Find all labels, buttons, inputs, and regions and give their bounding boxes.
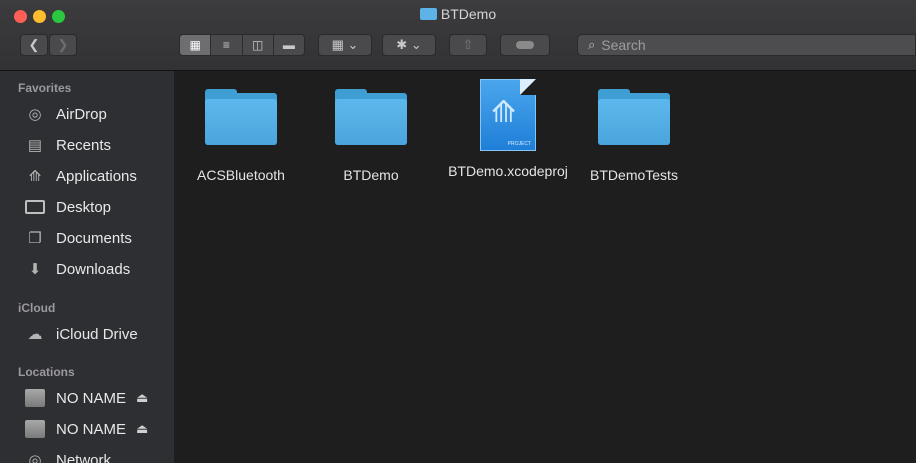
window-title-text: BTDemo [440,6,497,22]
folder-icon [335,85,407,147]
list-icon: ≡ [222,38,230,52]
window-title: BTDemo [0,6,916,22]
desktop-icon [24,198,46,216]
sidebar-item-label: Network [56,451,112,463]
file-item[interactable]: ⟰ PROJECT BTDemo.xcodeproj [438,79,578,181]
tags-button[interactable] [500,34,550,56]
sidebar-item-label: Downloads [56,260,131,278]
sidebar-item-label: NO NAME [56,389,127,407]
sidebar-heading-favorites: Favorites [18,81,72,95]
recents-icon: ▤ [27,137,43,154]
chevron-left-icon: ❮ [28,37,40,52]
folder-icon [598,85,670,147]
sidebar-item-icloud-drive[interactable]: ☁ iCloud Drive [24,322,174,346]
sidebar: Favorites ◎ AirDrop ▤ Recents ⟰ Application… [0,71,174,463]
xcode-project-icon: ⟰ PROJECT [480,79,536,151]
icon-view-button[interactable]: ▦ [180,35,212,55]
share-icon: ⇧ [462,37,474,52]
drive-icon [24,389,46,407]
file-item[interactable]: BTDemo [301,85,441,185]
file-browser: ACSBluetooth BTDemo ⟰ PROJECT BTDemo.xco… [175,71,916,463]
back-button[interactable]: ❮ [20,34,48,56]
column-view-button[interactable]: ◫ [243,35,274,55]
gallery-view-button[interactable]: ▬ [274,35,304,55]
drive-shape [25,389,45,407]
forward-button[interactable]: ❯ [49,34,77,56]
cloud-icon: ☁ [27,326,43,343]
folder-icon [205,85,277,147]
sidebar-item-label: AirDrop [56,105,107,123]
sidebar-item-no-name-1[interactable]: NO NAME ⏏ [24,386,174,410]
sidebar-item-label: Desktop [56,198,112,216]
eject-icon[interactable]: ⏏ [136,390,148,406]
desktop-shape [25,200,45,214]
sidebar-item-no-name-2[interactable]: NO NAME ⏏ [24,417,174,441]
search-icon: ⌕ [588,37,596,52]
network-icon: ◎ [28,452,42,463]
sidebar-heading-locations: Locations [18,365,75,379]
file-name: ACSBluetooth [197,167,285,183]
view-mode-control: ▦ ≡ ◫ ▬ [179,34,305,56]
sidebar-item-label: Recents [56,136,112,154]
search-field[interactable]: ⌕ Search [577,34,916,56]
folder-icon [419,8,437,20]
drive-icon [24,420,46,438]
sidebar-item-airdrop[interactable]: ◎ AirDrop [24,102,174,126]
sidebar-item-documents[interactable]: ❐ Documents [24,226,174,250]
airdrop-icon: ◎ [28,106,42,123]
sidebar-item-downloads[interactable]: ⬇ Downloads [24,257,174,281]
eject-icon[interactable]: ⏏ [136,421,148,437]
drive-shape [25,420,45,438]
file-name: BTDemo [343,167,399,183]
columns-icon: ◫ [251,38,264,52]
chevron-right-icon: ❯ [57,37,69,52]
file-name: BTDemoTests [590,167,678,183]
grid-icon: ▦ [189,38,201,52]
gear-icon: ✱ [396,37,408,52]
downloads-icon: ⬇ [28,261,42,278]
tag-icon [516,41,534,49]
sidebar-item-network[interactable]: ◎ Network [24,448,174,463]
sidebar-item-recents[interactable]: ▤ Recents [24,133,174,157]
sidebar-item-applications[interactable]: ⟰ Applications [24,164,174,188]
file-name: BTDemo.xcodeproj [448,163,568,179]
documents-icon: ❐ [28,230,42,247]
finder-window: BTDemo ❮ ❯ ▦ ≡ ◫ ▬ ▦ ⌄ ✱ ⌄ ⇧ ⌕ Search Fa… [0,0,916,463]
applications-icon: ⟰ [28,168,42,185]
sidebar-item-label: iCloud Drive [56,325,138,343]
chevron-down-icon: ⌄ [347,37,359,52]
toolbar: BTDemo ❮ ❯ ▦ ≡ ◫ ▬ ▦ ⌄ ✱ ⌄ ⇧ ⌕ Search [0,0,916,71]
share-button[interactable]: ⇧ [449,34,487,56]
grid-icon: ▦ [331,37,344,52]
file-item[interactable]: ACSBluetooth [171,85,311,185]
sidebar-item-label: Applications [56,167,137,185]
file-item[interactable]: BTDemoTests [564,85,704,185]
search-placeholder: Search [601,37,646,53]
sidebar-item-label: NO NAME [56,420,127,438]
sidebar-heading-icloud: iCloud [18,301,56,315]
sidebar-item-label: Documents [56,229,132,247]
action-menu-button[interactable]: ✱ ⌄ [382,34,436,56]
chevron-down-icon: ⌄ [410,37,422,52]
group-by-button[interactable]: ▦ ⌄ [318,34,372,56]
sidebar-item-desktop[interactable]: Desktop [24,195,174,219]
list-view-button[interactable]: ≡ [211,35,243,55]
gallery-icon: ▬ [282,38,295,52]
